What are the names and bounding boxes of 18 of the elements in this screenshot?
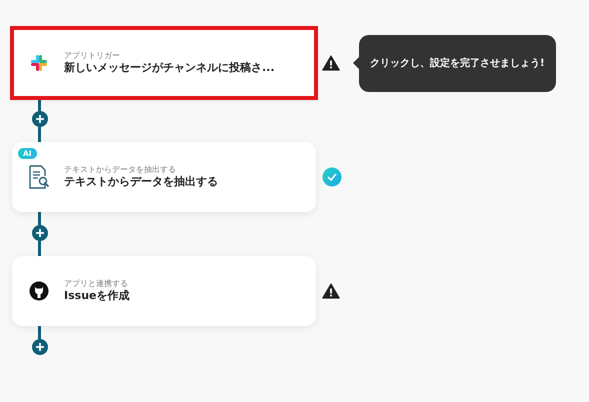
step-caption: アプリと連携する bbox=[64, 279, 129, 289]
plus-icon bbox=[36, 115, 44, 123]
step-caption: アプリトリガー bbox=[64, 51, 121, 61]
plus-icon bbox=[36, 229, 44, 237]
document-search-icon bbox=[28, 165, 50, 189]
slack-logo-icon bbox=[28, 54, 50, 72]
plus-icon bbox=[36, 343, 44, 351]
step-card[interactable]: アプリと連携する Issueを作成 bbox=[12, 256, 316, 326]
add-step-button[interactable] bbox=[32, 111, 48, 127]
step-caption: テキストからデータを抽出する bbox=[64, 165, 177, 175]
tooltip: クリックし、設定を完了させましょう! bbox=[359, 34, 556, 92]
add-step-button[interactable] bbox=[32, 339, 48, 355]
step-title: テキストからデータを抽出する bbox=[64, 174, 218, 189]
add-step-button[interactable] bbox=[32, 225, 48, 241]
step-card[interactable]: アプリトリガー 新しいメッセージがチャンネルに投稿さ... bbox=[12, 28, 316, 98]
github-logo-icon bbox=[28, 281, 50, 301]
step-title: 新しいメッセージがチャンネルに投稿さ... bbox=[64, 60, 275, 75]
step-title: Issueを作成 bbox=[64, 288, 130, 303]
